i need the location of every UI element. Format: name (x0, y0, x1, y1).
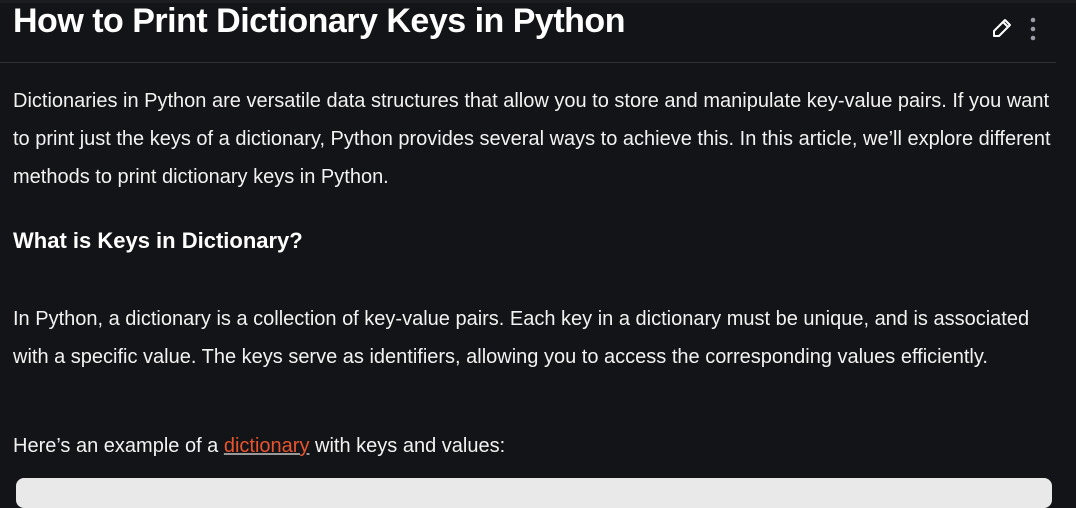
dictionary-link[interactable]: dictionary (224, 435, 310, 457)
example-text-end: with keys and values: (309, 435, 506, 457)
divider (0, 62, 1056, 63)
keys-paragraph: In Python, a dictionary is a collection … (13, 308, 1030, 368)
page-title: How to Print Dictionary Keys in Python (13, 2, 625, 40)
pencil-icon[interactable] (990, 16, 1014, 40)
intro-paragraph: Dictionaries in Python are versatile dat… (13, 90, 1051, 188)
example-text: Here’s an example of a (13, 435, 224, 457)
example-paragraph: Here’s an example of a dictionary with k… (13, 427, 1063, 465)
section-heading: What is Keys in Dictionary? (13, 228, 303, 253)
more-vertical-icon[interactable] (1026, 14, 1040, 44)
